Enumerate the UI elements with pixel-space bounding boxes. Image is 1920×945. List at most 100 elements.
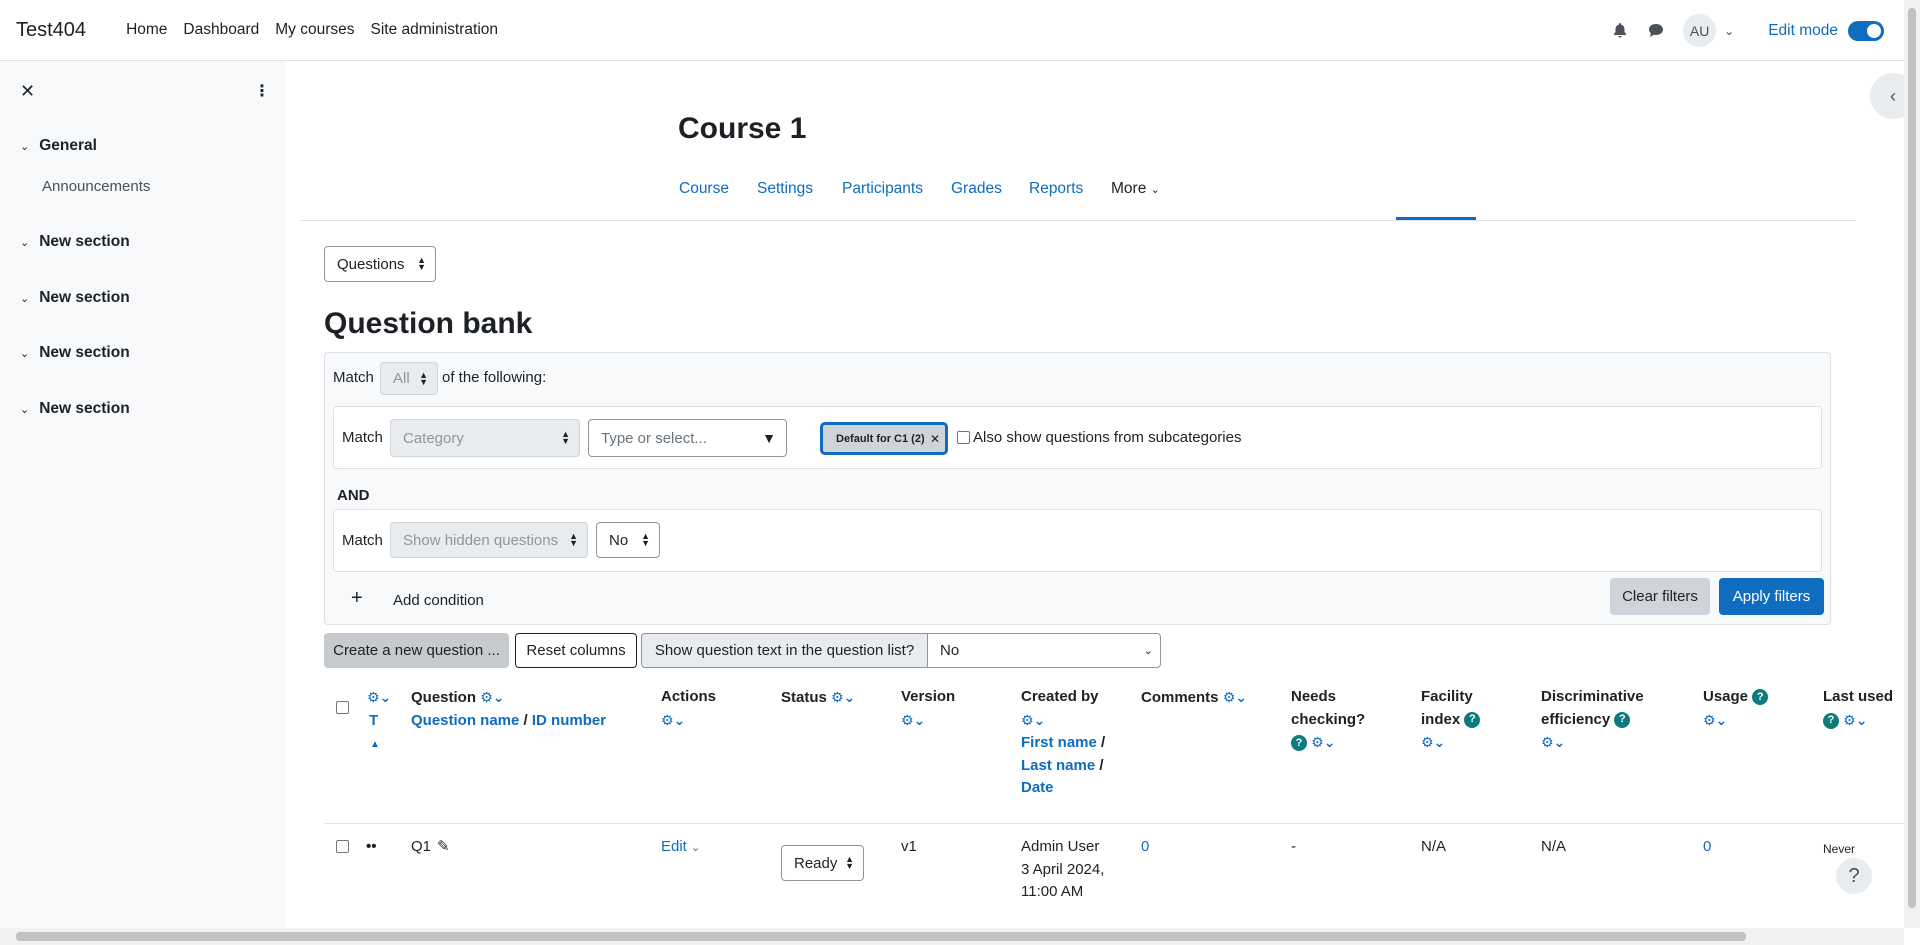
selected-category-tag[interactable]: Default for C1 (2) ✕ bbox=[820, 422, 948, 455]
and-label: AND bbox=[337, 487, 370, 504]
tab-course[interactable]: Course bbox=[679, 180, 729, 198]
column-settings-gear-icon[interactable]: ⚙⌄ bbox=[367, 689, 391, 705]
drawer-more-options-icon[interactable]: ⋮ bbox=[254, 81, 270, 101]
help-icon[interactable]: ? bbox=[1464, 711, 1481, 728]
chevron-down-icon[interactable]: ⌄ bbox=[20, 140, 29, 153]
nav-home[interactable]: Home bbox=[118, 21, 175, 39]
match-join-select[interactable]: All ▲ ▼ bbox=[380, 362, 438, 395]
horizontal-scrollbar-thumb[interactable] bbox=[16, 932, 1746, 941]
drawer-section-new-4[interactable]: ⌄ New section bbox=[20, 400, 130, 418]
drawer-section-new-1[interactable]: ⌄ New section bbox=[20, 233, 130, 251]
help-icon[interactable]: ? bbox=[1752, 689, 1769, 706]
sort-by-id-number-link[interactable]: ID number bbox=[532, 712, 606, 729]
caret-down-icon[interactable]: ▼ bbox=[762, 430, 776, 446]
vertical-scrollbar[interactable] bbox=[1904, 0, 1920, 928]
column-settings-gear-icon[interactable]: ⚙⌄ bbox=[1223, 689, 1247, 705]
row-edit-menu[interactable]: Edit ⌄ bbox=[661, 836, 700, 860]
edit-name-pencil-icon[interactable]: ✎ bbox=[437, 836, 450, 859]
column-settings-gear-icon[interactable]: ⚙⌄ bbox=[901, 712, 925, 728]
edit-mode-toggle[interactable] bbox=[1848, 20, 1884, 41]
course-title: Course 1 bbox=[678, 112, 807, 145]
col-usage-title: Usage bbox=[1703, 688, 1749, 705]
course-secondary-navigation: Course Settings Participants Grades Repo… bbox=[300, 169, 1856, 221]
col-comments-header: Comments ⚙⌄ bbox=[1141, 686, 1247, 710]
hidden-questions-value-select[interactable]: No ▲ ▼ bbox=[596, 522, 660, 558]
col-actions-header: Actions ⚙⌄ bbox=[661, 686, 716, 732]
row-select-checkbox[interactable] bbox=[336, 840, 349, 853]
chevron-down-icon[interactable]: ⌄ bbox=[20, 403, 29, 416]
sort-by-question-name-link[interactable]: Question name bbox=[411, 712, 519, 729]
column-settings-gear-icon[interactable]: ⚙⌄ bbox=[1541, 734, 1565, 750]
messages-icon[interactable] bbox=[1647, 22, 1665, 40]
clear-filters-button[interactable]: Clear filters bbox=[1610, 578, 1710, 615]
condition-type-select[interactable]: Show hidden questions ▲ ▼ bbox=[390, 522, 588, 558]
close-drawer-icon[interactable]: ✕ bbox=[20, 81, 35, 102]
chevron-down-icon[interactable]: ⌄ bbox=[20, 292, 29, 305]
hidden-questions-value: No bbox=[609, 531, 629, 549]
remove-tag-icon[interactable]: ✕ bbox=[930, 432, 940, 446]
column-settings-gear-icon[interactable]: ⚙⌄ bbox=[1843, 712, 1867, 728]
nav-my-courses[interactable]: My courses bbox=[267, 21, 362, 39]
nav-dashboard[interactable]: Dashboard bbox=[175, 21, 267, 39]
horizontal-scrollbar[interactable] bbox=[0, 928, 1904, 945]
row-status-select[interactable]: Ready ▲ ▼ bbox=[781, 845, 864, 881]
category-search-input[interactable]: Type or select... ▼ bbox=[588, 419, 787, 457]
user-avatar[interactable]: AU bbox=[1683, 14, 1717, 47]
tab-settings[interactable]: Settings bbox=[757, 180, 813, 198]
select-all-checkbox[interactable] bbox=[336, 701, 349, 714]
sort-by-type-link[interactable]: T bbox=[369, 712, 378, 729]
row-comments-link[interactable]: 0 bbox=[1141, 836, 1149, 859]
notification-bell-icon[interactable] bbox=[1611, 22, 1629, 40]
drawer-section-general[interactable]: ⌄ General bbox=[20, 137, 97, 155]
col-question-header: Question ⚙⌄ Question name / ID number bbox=[411, 689, 607, 729]
sort-by-last-name-link[interactable]: Last name bbox=[1021, 757, 1095, 774]
reset-columns-button[interactable]: Reset columns bbox=[515, 633, 637, 668]
chevron-down-icon[interactable]: ⌄ bbox=[20, 347, 29, 360]
row-creator-name: Admin User bbox=[1021, 838, 1100, 855]
column-settings-gear-icon[interactable]: ⚙⌄ bbox=[831, 689, 855, 705]
subcategories-checkbox[interactable] bbox=[957, 431, 970, 444]
chevron-down-icon[interactable]: ⌄ bbox=[20, 236, 29, 249]
column-settings-gear-icon[interactable]: ⚙⌄ bbox=[661, 712, 685, 728]
row-version: v1 bbox=[901, 838, 917, 855]
col-version-title: Version bbox=[901, 688, 956, 705]
condition-type-select[interactable]: Category ▲ ▼ bbox=[390, 419, 580, 457]
tab-reports[interactable]: Reports bbox=[1029, 180, 1083, 198]
create-new-question-button[interactable]: Create a new question ... bbox=[324, 633, 509, 668]
drawer-section-new-2[interactable]: ⌄ New section bbox=[20, 289, 130, 307]
show-question-text-select[interactable]: No ⌄ bbox=[927, 633, 1161, 668]
column-settings-gear-icon[interactable]: ⚙⌄ bbox=[1311, 734, 1335, 750]
nav-site-administration[interactable]: Site administration bbox=[363, 21, 507, 39]
col-version-header: Version ⚙⌄ bbox=[901, 686, 955, 732]
tab-more[interactable]: More ⌄ bbox=[1111, 180, 1160, 198]
col-needs-checking-header: Needs checking? ? ⚙⌄ bbox=[1291, 686, 1365, 755]
drawer-section-new-3[interactable]: ⌄ New section bbox=[20, 344, 130, 362]
row-last-used: Never bbox=[1823, 842, 1856, 856]
column-settings-gear-icon[interactable]: ⚙⌄ bbox=[1421, 734, 1445, 750]
column-settings-gear-icon[interactable]: ⚙⌄ bbox=[1703, 712, 1727, 728]
plus-icon[interactable]: + bbox=[351, 587, 363, 610]
sort-by-date-link[interactable]: Date bbox=[1021, 779, 1054, 796]
drawer-item-announcements[interactable]: Announcements bbox=[42, 178, 150, 195]
condition-match-label: Match bbox=[342, 532, 383, 549]
user-menu-chevron-down-icon[interactable]: ⌄ bbox=[1724, 24, 1734, 38]
help-question-icon[interactable]: ? bbox=[1836, 858, 1872, 894]
column-settings-gear-icon[interactable]: ⚙⌄ bbox=[480, 689, 504, 705]
help-icon[interactable]: ? bbox=[1291, 735, 1307, 752]
col-question-title: Question bbox=[411, 689, 477, 706]
help-icon[interactable]: ? bbox=[1614, 711, 1631, 728]
column-settings-gear-icon[interactable]: ⚙⌄ bbox=[1021, 712, 1045, 728]
vertical-scrollbar-thumb[interactable] bbox=[1908, 8, 1916, 908]
site-brand[interactable]: Test404 bbox=[16, 19, 86, 42]
question-bank-select-value: Questions bbox=[337, 255, 405, 273]
add-condition-button[interactable]: Add condition bbox=[393, 592, 484, 609]
apply-filters-button[interactable]: Apply filters bbox=[1719, 578, 1824, 615]
tab-grades[interactable]: Grades bbox=[951, 180, 1002, 198]
tab-participants[interactable]: Participants bbox=[842, 180, 923, 198]
help-icon[interactable]: ? bbox=[1823, 712, 1839, 729]
col-discrim-title-2: efficiency bbox=[1541, 710, 1611, 728]
sort-by-first-name-link[interactable]: First name bbox=[1021, 734, 1097, 751]
table-header-divider bbox=[324, 823, 1904, 824]
question-bank-select[interactable]: Questions ▲ ▼ bbox=[324, 246, 436, 282]
row-usage-link[interactable]: 0 bbox=[1703, 836, 1711, 859]
